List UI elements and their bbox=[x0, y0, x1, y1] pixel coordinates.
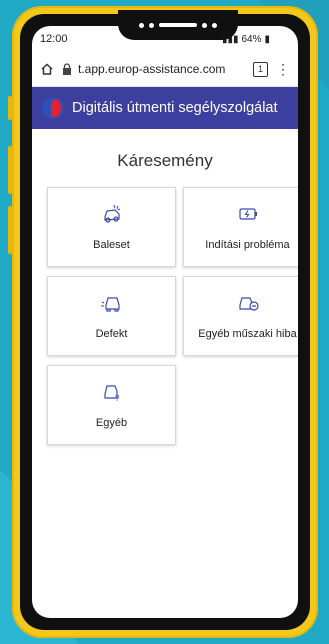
page-title: Káresemény bbox=[117, 151, 213, 170]
lock-icon bbox=[63, 63, 71, 75]
option-card-defekt[interactable]: Defekt bbox=[47, 276, 176, 356]
address-field[interactable]: t.app.europ-assistance.com bbox=[62, 56, 245, 82]
more-menu-icon[interactable]: ⋮ bbox=[276, 62, 290, 76]
option-label: Egyéb bbox=[95, 417, 128, 429]
option-card-baleset[interactable]: Baleset bbox=[47, 187, 176, 267]
browser-url-bar: t.app.europ-assistance.com 1 ⋮ bbox=[32, 52, 298, 87]
incident-options-grid: Baleset Indítási probléma Defekt Egyéb m… bbox=[32, 187, 298, 445]
phone-frame: 12:00 ▮▮▮ 64% ▮ t.app.europ-assistance.c… bbox=[8, 6, 318, 638]
flat-tire-icon bbox=[100, 297, 120, 312]
battery-icon bbox=[238, 208, 257, 220]
option-card-egyeb-muszaki-hiba[interactable]: Egyéb műszaki hiba bbox=[183, 276, 298, 356]
option-label: Baleset bbox=[93, 239, 130, 251]
option-label: Defekt bbox=[95, 328, 128, 340]
status-time: 12:00 bbox=[40, 33, 68, 45]
option-card-inditasi-problema[interactable]: Indítási probléma bbox=[183, 187, 298, 267]
option-label: Indítási probléma bbox=[205, 239, 290, 251]
phone-screen: 12:00 ▮▮▮ 64% ▮ t.app.europ-assistance.c… bbox=[32, 26, 298, 618]
option-label: Egyéb műszaki hiba bbox=[198, 328, 297, 340]
battery-level: 64% bbox=[241, 33, 262, 45]
battery-icon: ▮ bbox=[264, 33, 270, 45]
app-header: Digitális útmenti segélyszolgálat bbox=[32, 87, 298, 129]
tabs-count-button[interactable]: 1 bbox=[253, 61, 268, 77]
option-card-egyeb[interactable]: ? Egyéb bbox=[47, 365, 176, 445]
car-crash-icon bbox=[103, 204, 120, 223]
europ-assistance-logo bbox=[42, 97, 64, 119]
phone-notch bbox=[118, 10, 238, 40]
home-icon[interactable] bbox=[40, 62, 54, 76]
car-fault-icon bbox=[238, 297, 259, 311]
svg-text:?: ? bbox=[115, 394, 120, 403]
url-text: t.app.europ-assistance.com bbox=[78, 62, 226, 76]
car-question-icon: ? bbox=[103, 385, 120, 403]
header-title: Digitális útmenti segélyszolgálat bbox=[72, 100, 278, 116]
